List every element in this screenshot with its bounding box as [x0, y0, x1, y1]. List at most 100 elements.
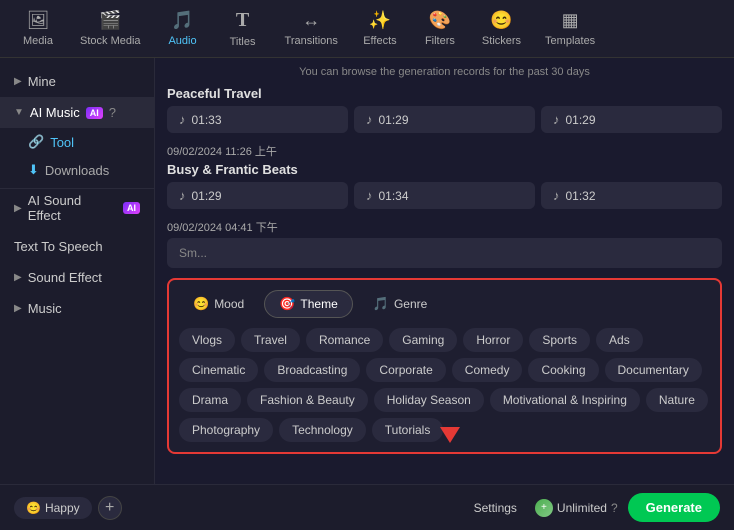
effects-icon: ✨ [369, 10, 391, 31]
genre-tag-corporate[interactable]: Corporate [366, 358, 445, 382]
music-note-icon: ♪ [366, 188, 373, 203]
sidebar-item-music[interactable]: ▶ Music [0, 293, 154, 324]
happy-tag-icon: 😊 [26, 501, 41, 515]
tool-icon: 🔗 [28, 134, 44, 150]
genre-tag-drama[interactable]: Drama [179, 388, 241, 412]
music-note-icon: ♪ [366, 112, 373, 127]
ai-sound-effect-badge: AI [123, 202, 140, 214]
sidebar-item-sound-effect[interactable]: ▶ Sound Effect [0, 262, 154, 293]
track-item[interactable]: ♪ 01:33 [167, 106, 348, 133]
nav-stock-media[interactable]: 🎬 Stock Media [68, 4, 153, 53]
tab-theme[interactable]: 🎯 Theme [264, 290, 353, 318]
genre-tag-romance[interactable]: Romance [306, 328, 383, 352]
nav-audio[interactable]: 🎵 Audio [153, 4, 213, 53]
sidebar-item-ai-sound-effect[interactable]: ▶ AI Sound Effect AI [0, 188, 154, 231]
nav-transitions[interactable]: ↔ Transitions [273, 4, 350, 53]
tab-genre[interactable]: 🎵 Genre [359, 290, 442, 318]
nav-effects[interactable]: ✨ Effects [350, 4, 410, 53]
sidebar-item-ai-music[interactable]: ▼ AI Music AI ? [0, 97, 154, 128]
add-tag-button[interactable]: + [98, 496, 122, 520]
genre-tag-gaming[interactable]: Gaming [389, 328, 457, 352]
stock-media-icon: 🎬 [99, 10, 121, 31]
mine-arrow-icon: ▶ [14, 76, 22, 87]
ai-music-arrow-icon: ▼ [14, 107, 24, 118]
nav-filters[interactable]: 🎨 Filters [410, 4, 470, 53]
track-row-2: ♪ 01:29 ♪ 01:34 ♪ 01:32 [167, 182, 722, 209]
track-item[interactable]: ♪ 01:34 [354, 182, 535, 209]
stickers-icon: 😊 [490, 10, 512, 31]
track-date-2: 09/02/2024 04:41 下午 [167, 219, 722, 235]
sidebar: ▶ Mine ▼ AI Music AI ? 🔗 Tool ⬇ Download… [0, 58, 155, 484]
top-navigation: 🖼 Media 🎬 Stock Media 🎵 Audio T Titles ↔… [0, 0, 734, 58]
nav-templates[interactable]: ▦ Templates [533, 4, 607, 53]
genre-tag-comedy[interactable]: Comedy [452, 358, 523, 382]
genre-tag-sports[interactable]: Sports [529, 328, 590, 352]
sound-effect-arrow-icon: ▶ [14, 272, 22, 283]
track-title-busy-frantic: Busy & Frantic Beats [167, 162, 722, 177]
downloads-icon: ⬇ [28, 162, 39, 178]
music-note-icon: ♪ [553, 188, 560, 203]
bottom-bar: 😊 Happy + Settings + Unlimited ? Generat… [0, 484, 734, 530]
ai-sound-effect-arrow-icon: ▶ [14, 203, 22, 214]
track-item[interactable]: ♪ 01:29 [354, 106, 535, 133]
music-note-icon: ♪ [179, 112, 186, 127]
genre-tag-tutorials[interactable]: Tutorials [372, 418, 444, 442]
track-group-peaceful-travel: Peaceful Travel ♪ 01:33 ♪ 01:29 ♪ 01:29 [167, 86, 722, 133]
ai-music-badge: AI [86, 107, 103, 119]
music-note-icon: ♪ [179, 188, 186, 203]
genre-tag-travel[interactable]: Travel [241, 328, 300, 352]
track-stub: Sm... [167, 238, 722, 268]
sidebar-item-tool[interactable]: 🔗 Tool [0, 128, 154, 156]
selected-tags: 😊 Happy + [14, 496, 122, 520]
filters-icon: 🎨 [429, 10, 451, 31]
sidebar-item-text-to-speech[interactable]: Text To Speech [0, 231, 154, 262]
generate-button[interactable]: Generate [628, 493, 720, 522]
info-bar: You can browse the generation records fo… [167, 66, 722, 78]
track-row-1: ♪ 01:33 ♪ 01:29 ♪ 01:29 [167, 106, 722, 133]
genre-tab-icon: 🎵 [373, 296, 389, 312]
unlimited-icon: + [535, 499, 553, 517]
genre-tabs: 😊 Mood 🎯 Theme 🎵 Genre [179, 290, 710, 318]
media-icon: 🖼 [27, 10, 50, 31]
audio-icon: 🎵 [171, 10, 193, 31]
ai-music-help-icon: ? [109, 105, 116, 120]
genre-tag-photography[interactable]: Photography [179, 418, 273, 442]
genre-tag-horror[interactable]: Horror [463, 328, 523, 352]
genre-tag-vlogs[interactable]: Vlogs [179, 328, 235, 352]
sidebar-item-mine[interactable]: ▶ Mine [0, 66, 154, 97]
track-date-1: 09/02/2024 11:26 上午 [167, 143, 722, 159]
genre-tag-cinematic[interactable]: Cinematic [179, 358, 258, 382]
settings-button[interactable]: Settings [466, 497, 525, 519]
sidebar-item-downloads[interactable]: ⬇ Downloads [0, 156, 154, 184]
tab-mood[interactable]: 😊 Mood [179, 290, 258, 318]
music-note-icon: ♪ [553, 112, 560, 127]
genre-tag-motivational[interactable]: Motivational & Inspiring [490, 388, 640, 412]
titles-icon: T [236, 9, 249, 32]
track-item[interactable]: ♪ 01:32 [541, 182, 722, 209]
genre-tag-technology[interactable]: Technology [279, 418, 366, 442]
genre-tag-ads[interactable]: Ads [596, 328, 643, 352]
content-area: You can browse the generation records fo… [155, 58, 734, 484]
genre-tag-cooking[interactable]: Cooking [528, 358, 598, 382]
track-item[interactable]: ♪ 01:29 [167, 182, 348, 209]
genre-tag-documentary[interactable]: Documentary [605, 358, 702, 382]
unlimited-help-icon: ? [611, 501, 618, 515]
genre-tag-fashion-beauty[interactable]: Fashion & Beauty [247, 388, 368, 412]
theme-tab-icon: 🎯 [279, 296, 295, 312]
nav-stickers[interactable]: 😊 Stickers [470, 4, 533, 53]
track-group-busy-frantic: 09/02/2024 11:26 上午 Busy & Frantic Beats… [167, 143, 722, 209]
unlimited-button[interactable]: + Unlimited ? [535, 499, 618, 517]
genre-tag-broadcasting[interactable]: Broadcasting [264, 358, 360, 382]
track-group-stub: 09/02/2024 04:41 下午 Sm... [167, 219, 722, 268]
genre-selector-box: 😊 Mood 🎯 Theme 🎵 Genre Vlogs Travel Roma… [167, 278, 722, 454]
music-arrow-icon: ▶ [14, 303, 22, 314]
genre-tag-nature[interactable]: Nature [646, 388, 708, 412]
right-actions: Settings + Unlimited ? Generate [466, 493, 720, 522]
nav-media[interactable]: 🖼 Media [8, 4, 68, 53]
selected-tag-happy: 😊 Happy [14, 497, 92, 519]
track-item[interactable]: ♪ 01:29 [541, 106, 722, 133]
nav-titles[interactable]: T Titles [213, 3, 273, 54]
main-area: ▶ Mine ▼ AI Music AI ? 🔗 Tool ⬇ Download… [0, 58, 734, 484]
genre-tag-holiday-season[interactable]: Holiday Season [374, 388, 484, 412]
templates-icon: ▦ [562, 10, 579, 31]
